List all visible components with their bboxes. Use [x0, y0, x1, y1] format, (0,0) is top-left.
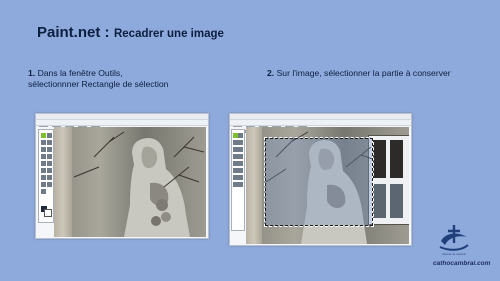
cathocambrai-logo-icon [439, 225, 469, 251]
tools-window [38, 129, 54, 223]
eraser-tool-icon[interactable] [47, 161, 52, 166]
magic-wand-tool-icon[interactable] [238, 147, 243, 152]
logo-caption: diocèse de cambrai [442, 253, 466, 256]
tool-strip [36, 120, 208, 133]
step-2-number: 2. [267, 68, 275, 78]
color-picker-tool-icon[interactable] [238, 182, 243, 187]
clone-stamp-tool-icon[interactable] [47, 168, 52, 173]
image-canvas[interactable] [246, 127, 409, 244]
slide-title-subtitle: Recadrer une image [113, 28, 224, 40]
recolor-tool-icon[interactable] [41, 175, 46, 180]
shapes-tool-icon[interactable] [47, 182, 52, 187]
slide-title-app: Paint.net : [37, 24, 110, 41]
branches [73, 131, 205, 188]
zoom-tool-icon[interactable] [41, 147, 46, 152]
rectangle-selection[interactable] [264, 137, 374, 227]
brush-tool-icon[interactable] [41, 161, 46, 166]
rectangle-select-tool-icon[interactable] [41, 133, 46, 138]
step-2-text: 2. Sur l'image, sélectionner la partie à… [267, 68, 451, 78]
image-canvas[interactable] [54, 127, 206, 237]
gradient-tool-icon[interactable] [47, 154, 52, 159]
slide: Paint.net : Recadrer une image 1. Dans l… [0, 0, 500, 281]
move-tool-icon[interactable] [238, 133, 243, 138]
gradient-tool-icon[interactable] [238, 154, 243, 159]
eraser-tool-icon[interactable] [238, 161, 243, 166]
tool-strip [230, 120, 411, 133]
step-1-number: 1. [28, 68, 36, 78]
line-tool-icon[interactable] [41, 182, 46, 187]
step-1-text: 1. Dans la fenêtre Outils, sélectionnner… [28, 68, 168, 90]
tools-window [231, 129, 245, 231]
magic-wand-tool-icon[interactable] [47, 147, 52, 152]
color-picker-tool-icon[interactable] [41, 189, 46, 194]
clone-stamp-tool-icon[interactable] [238, 168, 243, 173]
step-1-line-2: sélectionnner Rectangle de sélection [28, 79, 169, 89]
bucket-tool-icon[interactable] [41, 154, 46, 159]
text-tool-icon[interactable] [47, 175, 52, 180]
site-url: cathocambrai.com [433, 260, 491, 267]
secondary-color-swatch[interactable] [44, 209, 52, 217]
pencil-tool-icon[interactable] [41, 168, 46, 173]
move-tool-icon[interactable] [47, 133, 52, 138]
step-2-line: Sur l'image, sélectionner la partie à co… [276, 68, 451, 78]
ellipse-select-tool-icon[interactable] [47, 140, 52, 145]
screenshot-tools-window [35, 113, 209, 239]
slide-title: Paint.net : Recadrer une image [37, 24, 224, 42]
step-1-line-1: Dans la fenêtre Outils, [37, 68, 123, 78]
shapes-tool-icon[interactable] [238, 175, 243, 180]
lasso-tool-icon[interactable] [41, 140, 46, 145]
screenshot-selection [229, 113, 412, 246]
ellipse-select-tool-icon[interactable] [238, 140, 243, 145]
